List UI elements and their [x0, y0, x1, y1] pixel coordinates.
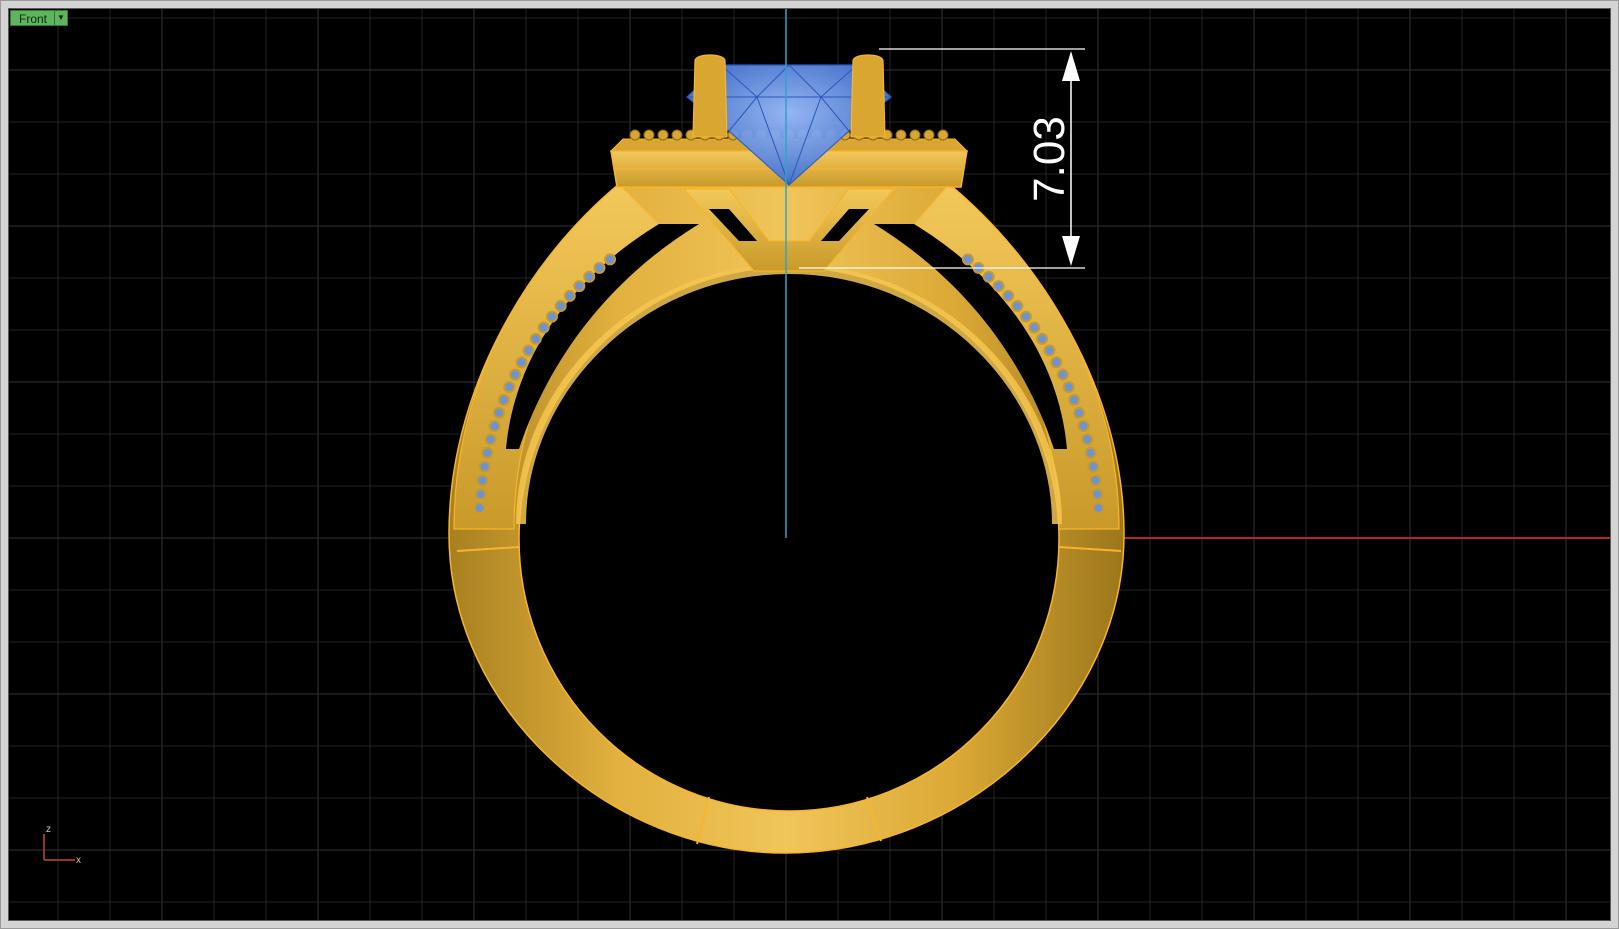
viewport-title-label[interactable]: Front — [10, 10, 55, 26]
halo-stone — [643, 129, 655, 141]
pave-stone — [583, 270, 596, 283]
axes-widget-z-label: z — [46, 824, 51, 835]
pave-stone — [1011, 300, 1024, 313]
front-viewport[interactable]: Front ▼ 7.03 z x — [8, 8, 1611, 921]
pave-stone — [1068, 393, 1081, 406]
pave-stone — [1092, 502, 1105, 515]
prong-left — [692, 54, 728, 138]
pave-stone — [1087, 460, 1100, 473]
pave-stone — [474, 488, 487, 501]
pave-stone — [1043, 344, 1056, 357]
pave-stone — [545, 310, 558, 323]
pave-stone — [1036, 332, 1049, 345]
pave-stone — [604, 253, 617, 266]
pave-stone — [1020, 310, 1033, 323]
axes-widget: z x — [43, 824, 81, 866]
viewport-title-tab[interactable]: Front ▼ — [10, 10, 69, 26]
pave-stone — [1077, 420, 1090, 433]
halo-stone — [895, 129, 907, 141]
app-window: Front ▼ 7.03 z x — [0, 0, 1619, 929]
pave-stone — [1002, 289, 1015, 302]
pave-stone — [992, 280, 1005, 293]
pave-stone — [478, 460, 491, 473]
pave-stone — [1062, 381, 1075, 394]
pave-stone — [522, 344, 535, 357]
pave-stone — [529, 332, 542, 345]
pave-stone — [1089, 474, 1102, 487]
pave-stone — [492, 406, 505, 419]
pave-stone — [573, 280, 586, 293]
dimension-arrow-bottom — [1062, 236, 1080, 266]
pave-stone — [537, 321, 550, 334]
pave-stone — [1050, 356, 1063, 369]
pave-stone — [563, 289, 576, 302]
viewport-menu-button[interactable]: ▼ — [54, 10, 69, 26]
chevron-down-icon: ▼ — [57, 13, 65, 22]
halo-stone — [923, 129, 935, 141]
pave-stone — [1056, 368, 1069, 381]
pave-stone — [1073, 406, 1086, 419]
viewport-canvas[interactable]: 7.03 z x — [9, 9, 1611, 921]
pave-stone — [982, 270, 995, 283]
pave-stone — [593, 261, 606, 274]
prong-right — [850, 54, 886, 138]
halo-stone — [671, 129, 683, 141]
axes-widget-x-label: x — [76, 855, 81, 866]
pave-stone — [1081, 433, 1094, 446]
dimension-arrow-top — [1062, 51, 1080, 81]
dimension-value: 7.03 — [1025, 116, 1074, 202]
pave-stone — [509, 368, 522, 381]
pave-stone — [554, 300, 567, 313]
pave-stone — [961, 253, 974, 266]
halo-stone — [629, 129, 641, 141]
pave-stone — [1091, 488, 1104, 501]
pave-stone — [1028, 321, 1041, 334]
halo-stone — [657, 129, 669, 141]
pave-stone — [481, 446, 494, 459]
pave-stone — [473, 502, 486, 515]
pave-stone — [497, 393, 510, 406]
pave-stone — [488, 420, 501, 433]
pave-stone — [503, 381, 516, 394]
pave-stone — [484, 433, 497, 446]
halo-stone — [909, 129, 921, 141]
pave-stone — [1084, 446, 1097, 459]
pave-stone — [476, 474, 489, 487]
halo-stone — [937, 129, 949, 141]
pave-stone — [515, 356, 528, 369]
